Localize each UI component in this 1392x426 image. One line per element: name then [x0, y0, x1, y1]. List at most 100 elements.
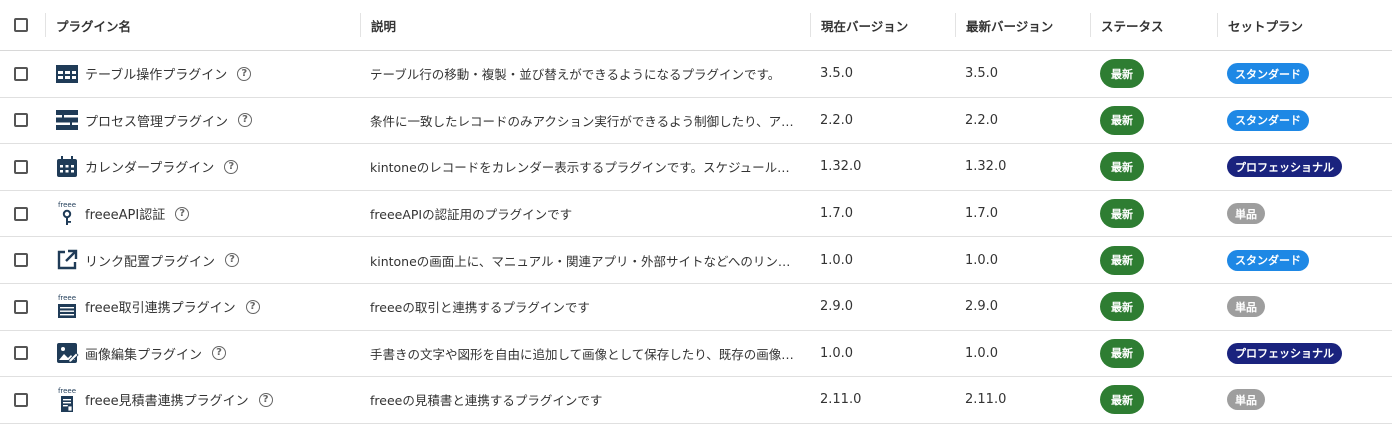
- current-version-cell: 1.7.0: [810, 191, 955, 237]
- latest-version-cell: 2.2.0: [955, 98, 1090, 144]
- latest-version: 2.2.0: [965, 112, 999, 128]
- description-cell: テーブル行の移動・複製・並び替えができるようになるプラグインです。: [360, 51, 810, 97]
- help-icon[interactable]: ?: [225, 253, 240, 268]
- table-row-1[interactable]: テーブル操作プラグイン ? テーブル行の移動・複製・並び替えができるようになるプ…: [0, 51, 1392, 98]
- row-checkbox[interactable]: [14, 113, 28, 128]
- row-checkbox[interactable]: [14, 299, 28, 314]
- table-row-4[interactable]: freee freeeAPI認証 ? freeeAPIの認証用のプラグインです …: [0, 191, 1392, 238]
- latest-version: 1.0.0: [965, 252, 999, 268]
- plugin-name-cell: プロセス管理プラグイン ?: [45, 98, 360, 144]
- description-cell: freeeの取引と連携するプラグインです: [360, 284, 810, 330]
- status-badge: 最新: [1100, 199, 1144, 229]
- current-version: 1.7.0: [820, 206, 854, 222]
- latest-version: 1.0.0: [965, 345, 999, 361]
- freee-key-icon: freee: [55, 201, 79, 227]
- plugin-name-cell: freee freeeAPI認証 ?: [45, 191, 360, 237]
- description-cell: 手書きの文字や図形を自由に追加して画像として保存したり、既存の画像…: [360, 331, 810, 377]
- current-version: 1.0.0: [820, 252, 854, 268]
- plugin-description: 手書きの文字や図形を自由に追加して画像として保存したり、既存の画像…: [370, 346, 794, 362]
- header-status[interactable]: ステータス: [1090, 13, 1217, 37]
- row-checkbox[interactable]: [14, 346, 28, 361]
- plugin-description: freeeの見積書と連携するプラグインです: [370, 393, 603, 409]
- plugin-description: kintoneのレコードをカレンダー表示するプラグインです。スケジュール…: [370, 160, 790, 176]
- plan-cell: 単品: [1217, 284, 1392, 330]
- help-icon[interactable]: ?: [175, 206, 190, 221]
- status-cell: 最新: [1090, 377, 1217, 423]
- latest-version-cell: 2.11.0: [955, 377, 1090, 423]
- row-checkbox-cell: [0, 331, 45, 377]
- plan-badge: プロフェッショナル: [1227, 342, 1342, 364]
- table-row-8[interactable]: freee freee見積書連携プラグイン ? freeeの見積書と連携するプラ…: [0, 377, 1392, 424]
- plugin-table: プラグイン名 説明 現在バージョン 最新バージョン ステータス セットプラン テ…: [0, 0, 1392, 424]
- image-edit-icon: [55, 340, 79, 366]
- select-all-checkbox[interactable]: [14, 18, 28, 32]
- status-cell: 最新: [1090, 98, 1217, 144]
- svg-text:freee: freee: [58, 201, 76, 209]
- help-icon[interactable]: ?: [238, 113, 253, 128]
- plugin-name-cell: カレンダープラグイン ?: [45, 144, 360, 190]
- plugin-name-cell: 画像編集プラグイン ?: [45, 331, 360, 377]
- freee-quote-icon: freee: [55, 387, 79, 413]
- current-version-cell: 1.0.0: [810, 331, 955, 377]
- status-badge: 最新: [1100, 338, 1144, 368]
- row-checkbox-cell: [0, 237, 45, 283]
- current-version-cell: 2.11.0: [810, 377, 955, 423]
- row-checkbox[interactable]: [14, 392, 28, 407]
- status-badge: 最新: [1100, 59, 1144, 89]
- latest-version: 1.7.0: [965, 206, 999, 222]
- plugin-description: 条件に一致したレコードのみアクション実行ができるよう制御したり、ア…: [370, 113, 794, 129]
- plan-badge: 単品: [1227, 203, 1265, 225]
- current-version-cell: 2.9.0: [810, 284, 955, 330]
- header-checkbox-cell: [0, 0, 45, 50]
- header-description[interactable]: 説明: [360, 13, 810, 37]
- status-badge: 最新: [1100, 245, 1144, 275]
- table-row-6[interactable]: freee freee取引連携プラグイン ? freeeの取引と連携するプラグイ…: [0, 284, 1392, 331]
- header-latest-version[interactable]: 最新バージョン: [955, 13, 1090, 37]
- status-badge: 最新: [1100, 105, 1144, 135]
- table-row-3[interactable]: カレンダープラグイン ? kintoneのレコードをカレンダー表示するプラグイン…: [0, 144, 1392, 191]
- header-plan[interactable]: セットプラン: [1217, 13, 1392, 37]
- plan-cell: スタンダード: [1217, 237, 1392, 283]
- row-checkbox[interactable]: [14, 159, 28, 174]
- table-icon: [55, 61, 79, 87]
- plan-cell: 単品: [1217, 191, 1392, 237]
- plan-badge: プロフェッショナル: [1227, 156, 1342, 178]
- table-row-5[interactable]: リンク配置プラグイン ? kintoneの画面上に、マニュアル・関連アプリ・外部…: [0, 237, 1392, 284]
- plan-badge: スタンダード: [1227, 249, 1309, 271]
- current-version-cell: 1.0.0: [810, 237, 955, 283]
- status-badge: 最新: [1100, 152, 1144, 182]
- help-icon[interactable]: ?: [258, 392, 273, 407]
- row-checkbox[interactable]: [14, 66, 28, 81]
- table-row-7[interactable]: 画像編集プラグイン ? 手書きの文字や図形を自由に追加して画像として保存したり、…: [0, 331, 1392, 378]
- row-checkbox-cell: [0, 377, 45, 423]
- plugin-name: 画像編集プラグイン: [85, 347, 203, 363]
- latest-version-cell: 1.32.0: [955, 144, 1090, 190]
- help-icon[interactable]: ?: [212, 346, 227, 361]
- table-header: プラグイン名 説明 現在バージョン 最新バージョン ステータス セットプラン: [0, 0, 1392, 51]
- current-version-cell: 3.5.0: [810, 51, 955, 97]
- plugin-name: リンク配置プラグイン: [85, 254, 216, 270]
- row-checkbox[interactable]: [14, 253, 28, 268]
- status-cell: 最新: [1090, 284, 1217, 330]
- plan-cell: プロフェッショナル: [1217, 331, 1392, 377]
- row-checkbox-cell: [0, 284, 45, 330]
- description-cell: freeeの見積書と連携するプラグインです: [360, 377, 810, 423]
- latest-version-cell: 1.0.0: [955, 237, 1090, 283]
- row-checkbox-cell: [0, 191, 45, 237]
- help-icon[interactable]: ?: [224, 159, 239, 174]
- status-badge: 最新: [1100, 292, 1144, 322]
- help-icon[interactable]: ?: [245, 299, 260, 314]
- table-row-2[interactable]: プロセス管理プラグイン ? 条件に一致したレコードのみアクション実行ができるよう…: [0, 98, 1392, 145]
- header-plugin-name[interactable]: プラグイン名: [45, 13, 360, 37]
- header-current-version[interactable]: 現在バージョン: [810, 13, 955, 37]
- plugin-name: freee取引連携プラグイン: [85, 301, 236, 317]
- current-version: 2.11.0: [820, 392, 862, 408]
- plan-badge: スタンダード: [1227, 63, 1309, 85]
- help-icon[interactable]: ?: [237, 66, 252, 81]
- latest-version-cell: 1.7.0: [955, 191, 1090, 237]
- svg-text:freee: freee: [58, 387, 76, 395]
- plugin-name-cell: freee freee見積書連携プラグイン ?: [45, 377, 360, 423]
- plan-badge: 単品: [1227, 296, 1265, 318]
- current-version: 2.9.0: [820, 299, 854, 315]
- row-checkbox[interactable]: [14, 206, 28, 221]
